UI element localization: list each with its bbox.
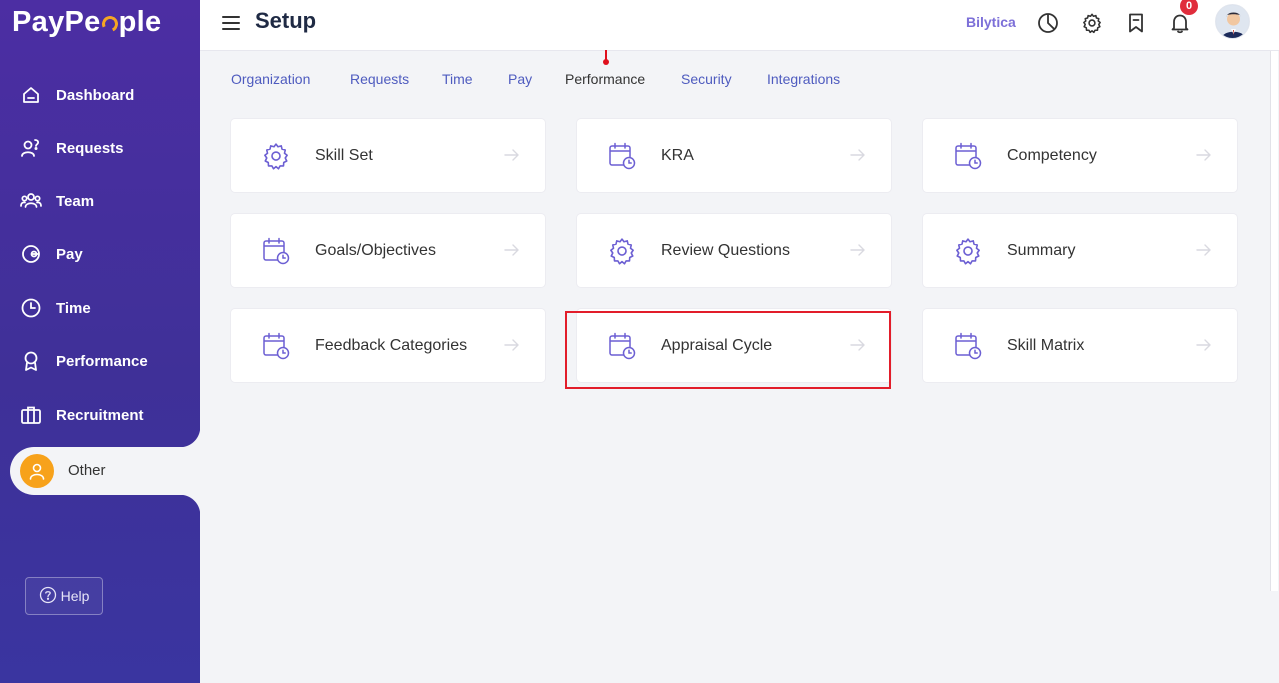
calendar-clock-icon (261, 331, 291, 361)
card-feedback-categories[interactable]: Feedback Categories (231, 309, 545, 382)
gear-icon (261, 141, 291, 171)
help-button[interactable]: Help (25, 577, 103, 615)
arrow-right-icon (849, 241, 867, 259)
card-kra[interactable]: KRA (577, 119, 891, 192)
sidebar-item-label: Time (56, 299, 91, 317)
sidebar-item-label: Recruitment (56, 406, 144, 424)
calendar-clock-icon (953, 141, 983, 171)
sidebar-item-time[interactable]: Time (0, 288, 200, 328)
logo-text-right: ple (118, 6, 162, 38)
card-competency[interactable]: Competency (923, 119, 1237, 192)
sidebar-item-team[interactable]: Team (0, 181, 200, 221)
sidebar-item-label: Team (56, 192, 95, 210)
card-label: Review Questions (661, 242, 790, 259)
user-avatar[interactable] (1215, 4, 1250, 39)
pie-chart-icon[interactable] (1036, 11, 1060, 35)
card-goals-objectives[interactable]: Goals/Objectives (231, 214, 545, 287)
gear-icon (953, 236, 983, 266)
card-label: Skill Matrix (1007, 337, 1085, 354)
card-summary[interactable]: Summary (923, 214, 1237, 287)
notification-badge: 0 (1180, 0, 1198, 15)
sidebar-item-label: Performance (56, 352, 148, 370)
sidebar-item-pay[interactable]: Pay (0, 234, 200, 274)
arrow-right-icon (503, 146, 521, 164)
company-name[interactable]: Bilytica (966, 14, 1016, 30)
logo-o-mark (99, 13, 120, 35)
top-bar: Setup Bilytica 0 (200, 0, 1279, 51)
card-review-questions[interactable]: Review Questions (577, 214, 891, 287)
sidebar-item-dashboard[interactable]: Dashboard (0, 75, 200, 115)
sidebar-item-other[interactable]: Other (10, 427, 200, 515)
tab-organization[interactable]: Organization (231, 71, 310, 87)
bookmark-icon[interactable] (1124, 11, 1148, 35)
user-icon (20, 454, 54, 488)
card-label: Goals/Objectives (315, 242, 436, 259)
tab-security[interactable]: Security (681, 71, 732, 87)
sidebar-item-recruitment[interactable]: Recruitment (0, 395, 200, 435)
sidebar-item-requests[interactable]: Requests (0, 128, 200, 168)
tab-performance[interactable]: Performance (565, 71, 645, 87)
tab-time[interactable]: Time (442, 71, 473, 87)
sidebar-item-label: Other (68, 462, 106, 479)
page-title: Setup (255, 8, 317, 33)
sidebar-item-performance[interactable]: Performance (0, 341, 200, 381)
card-skill-matrix[interactable]: Skill Matrix (923, 309, 1237, 382)
card-label: KRA (661, 147, 694, 164)
help-icon (39, 586, 57, 607)
tab-integrations[interactable]: Integrations (767, 71, 840, 87)
gear-icon[interactable] (1080, 11, 1104, 35)
menu-icon[interactable] (222, 16, 240, 30)
highlight-box (565, 311, 891, 389)
sidebar-item-label: Requests (56, 139, 124, 157)
arrow-right-icon (849, 146, 867, 164)
card-skill-set[interactable]: Skill Set (231, 119, 545, 192)
calendar-clock-icon (261, 236, 291, 266)
requests-icon (20, 137, 42, 159)
card-label: Competency (1007, 147, 1097, 164)
logo-text-left: PayPe (12, 6, 101, 38)
sidebar-item-label: Pay (56, 245, 83, 263)
gear-icon (607, 236, 637, 266)
pay-icon (20, 243, 42, 265)
card-label: Skill Set (315, 147, 373, 164)
card-label: Summary (1007, 242, 1076, 259)
sidebar-item-label: Dashboard (56, 86, 135, 104)
calendar-clock-icon (953, 331, 983, 361)
award-icon (20, 350, 42, 372)
arrow-right-icon (1195, 241, 1213, 259)
active-tab-marker (603, 50, 609, 68)
arrow-right-icon (1195, 336, 1213, 354)
arrow-right-icon (503, 336, 521, 354)
arrow-right-icon (503, 241, 521, 259)
scrollbar-thumb[interactable] (1270, 51, 1278, 591)
arrow-right-icon (1195, 146, 1213, 164)
tab-pay[interactable]: Pay (508, 71, 532, 87)
sidebar: PayPe ple Dashboard Requests Team Pay Tim… (0, 0, 200, 683)
briefcase-icon (20, 404, 42, 426)
card-label: Feedback Categories (315, 337, 468, 354)
app-logo[interactable]: PayPe ple (12, 6, 161, 39)
home-icon (20, 84, 42, 106)
tab-requests[interactable]: Requests (350, 71, 409, 87)
help-label: Help (60, 588, 90, 604)
calendar-clock-icon (607, 141, 637, 171)
team-icon (20, 190, 42, 212)
clock-icon (20, 297, 42, 319)
